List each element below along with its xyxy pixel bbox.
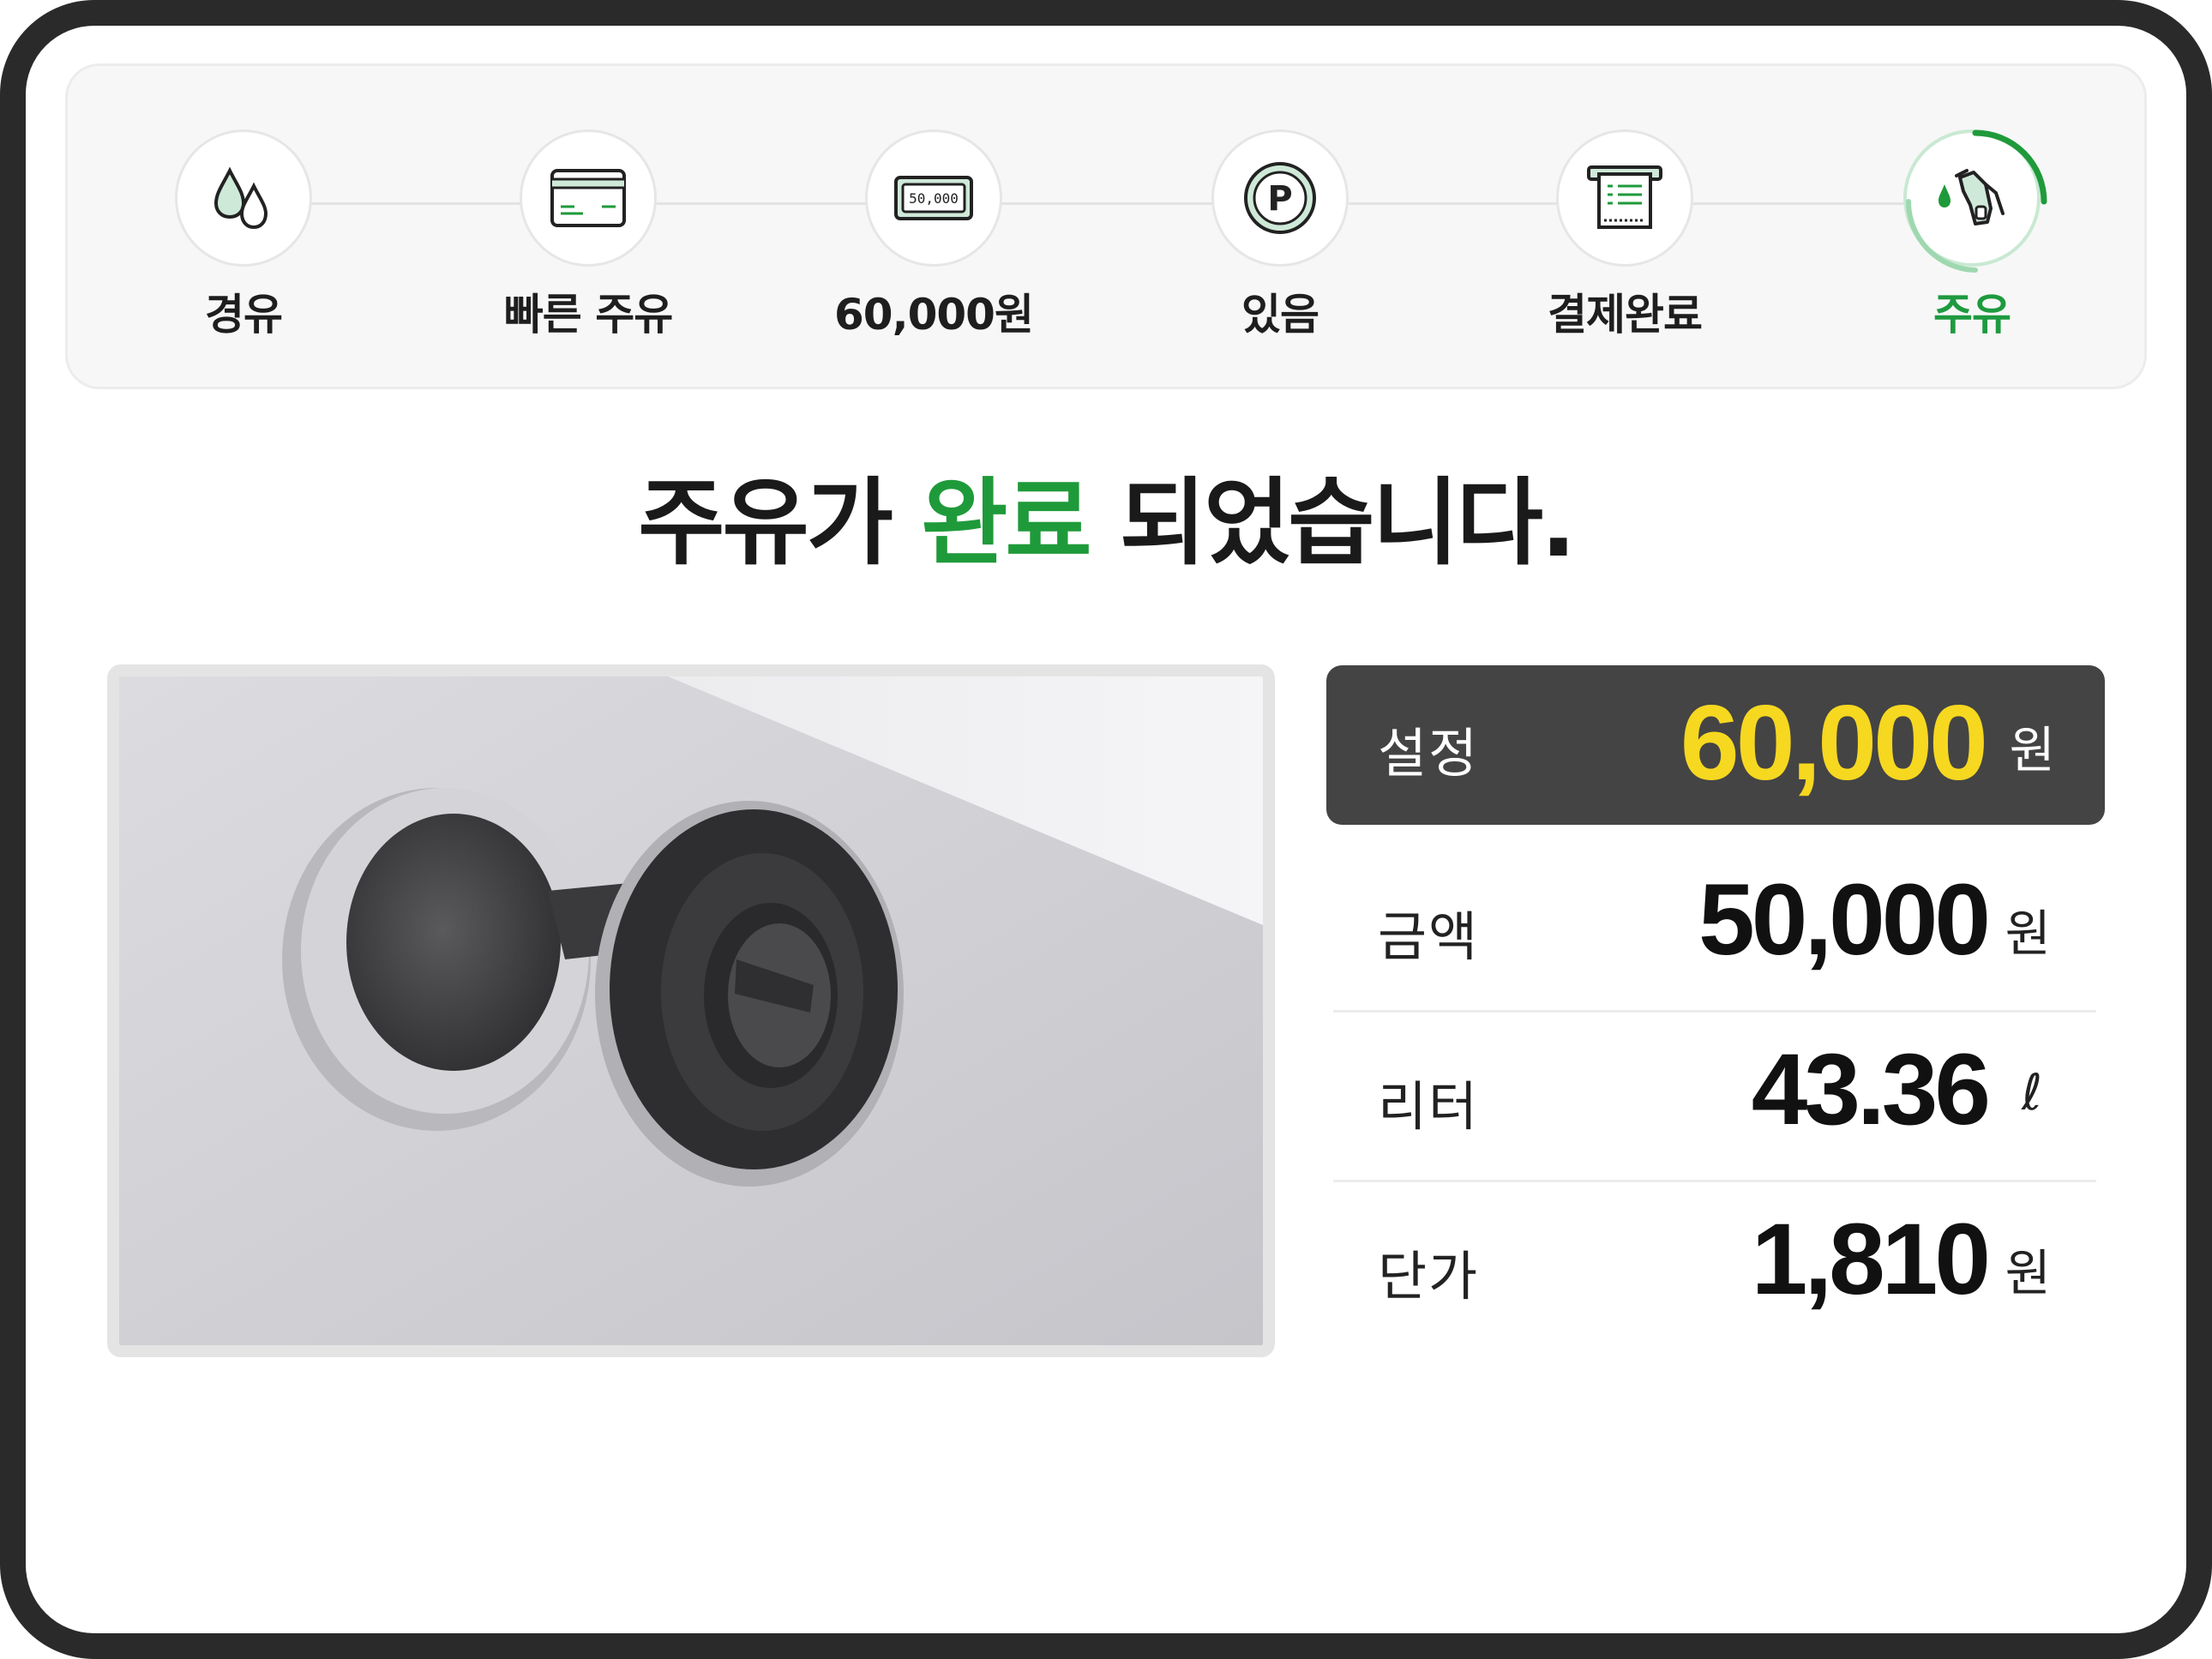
preset-label: 설정 <box>1378 722 1480 784</box>
step-fuel-mode[interactable]: 빠른 주유 <box>417 129 760 342</box>
step-label: 있음 <box>1241 290 1319 340</box>
step-fuel-mode-circle <box>520 129 657 267</box>
step-payment[interactable]: 결제완료 <box>1453 129 1796 342</box>
step-fueling-circle <box>1903 129 2047 273</box>
step-label: 결제완료 <box>1548 290 1703 340</box>
fuel-door-illustration <box>119 676 1263 1345</box>
receipt-icon <box>1587 165 1662 229</box>
step-points-circle: P <box>1211 129 1349 267</box>
preset-value: 60,000 <box>1680 684 1988 802</box>
unit-price-unit: 원 <box>2005 1244 2051 1302</box>
amount-unit: 원 <box>2005 905 2051 963</box>
amount-label: 금액 <box>1378 905 1480 968</box>
unit-price-label: 단가 <box>1378 1245 1480 1307</box>
amount-value: 50,000 <box>1698 863 1991 977</box>
step-amount[interactable]: 50,000 60,000원 <box>762 129 1105 342</box>
card-icon <box>550 169 626 227</box>
step-amount-circle: 50,000 <box>865 129 1002 267</box>
headline-accent: 완료 <box>921 468 1091 578</box>
liter-unit: ℓ <box>2022 1063 2042 1121</box>
step-label: 주유 <box>1933 290 2011 340</box>
progress-steps: 경유 빠른 주유 50,000 60,000원 P 있음 결제완료 주유 <box>65 63 2147 389</box>
step-fuel-type-circle <box>175 129 312 267</box>
preset-amount-box: 설정 60,000 원 <box>1326 665 2105 825</box>
fuel-drops-icon <box>213 166 268 230</box>
completion-headline: 주유가 완료 되었습니다. <box>0 446 2212 583</box>
parking-point-icon: P <box>1244 162 1316 234</box>
headline-text: 되었습니다. <box>1119 468 1577 578</box>
banknote-icon: 50,000 <box>894 176 973 220</box>
liter-value: 43.36 <box>1751 1033 1991 1146</box>
unit-price-value: 1,810 <box>1751 1203 1991 1316</box>
headline-text: 주유가 <box>638 468 893 578</box>
step-payment-circle <box>1556 129 1693 267</box>
row-divider <box>1333 1180 2096 1182</box>
row-divider <box>1333 1010 2096 1013</box>
step-label: 빠른 주유 <box>503 290 673 340</box>
step-fueling-current[interactable]: 주유 <box>1800 129 2143 342</box>
point-badge-text: P <box>1267 179 1292 219</box>
fuel-door-image <box>107 664 1275 1357</box>
step-label: 60,000원 <box>834 290 1034 340</box>
step-points[interactable]: P 있음 <box>1109 129 1452 342</box>
step-fuel-type[interactable]: 경유 <box>72 129 415 342</box>
banknote-text: 50,000 <box>909 190 959 207</box>
progress-ring <box>1906 129 2047 273</box>
liter-label: 리터 <box>1378 1075 1480 1138</box>
step-label: 경유 <box>205 290 283 340</box>
preset-unit: 원 <box>2009 721 2055 779</box>
